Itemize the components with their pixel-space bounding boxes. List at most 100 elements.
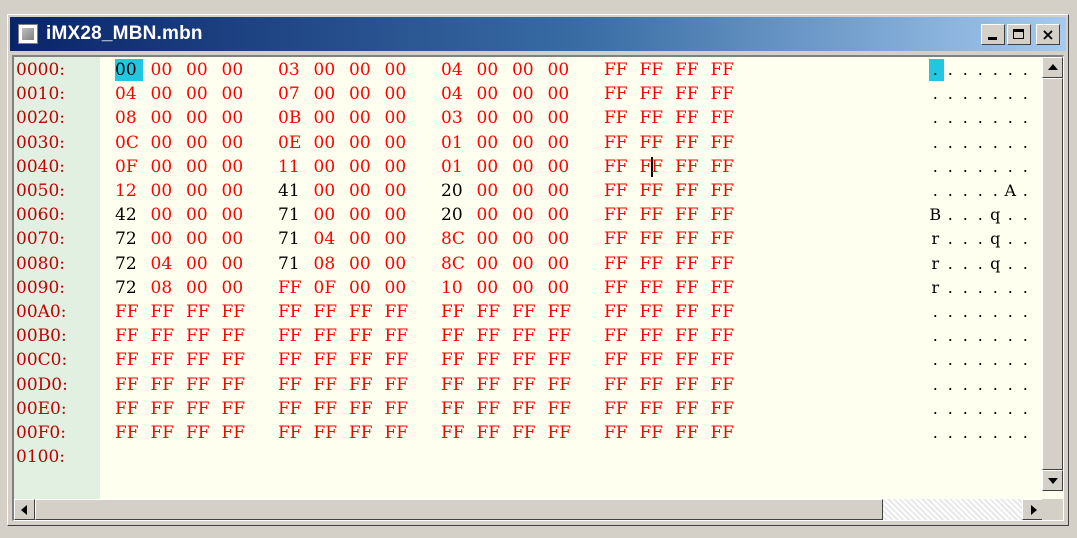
hex-byte[interactable]: 00	[548, 156, 576, 178]
hex-byte[interactable]: FF	[151, 422, 179, 444]
hex-byte[interactable]: FF	[675, 107, 703, 129]
hex-byte[interactable]: FF	[186, 325, 214, 347]
hex-byte[interactable]: 00	[548, 228, 576, 250]
hex-byte[interactable]: FF	[604, 156, 632, 178]
ascii-column[interactable]: ........	[929, 132, 1034, 154]
hex-byte[interactable]: FF	[640, 325, 668, 347]
hex-byte[interactable]: FF	[604, 228, 632, 250]
hex-byte[interactable]: FF	[349, 325, 377, 347]
hex-byte[interactable]: 00	[222, 180, 250, 202]
hex-byte[interactable]: FF	[314, 422, 342, 444]
hex-row[interactable]: 00F0: FF FF FF FF FF FF FF FF FF FF FF FF FF FF FF FF...…	[14, 422, 1034, 444]
hex-byte[interactable]: 0F	[115, 156, 143, 178]
hex-byte[interactable]: FF	[711, 228, 739, 250]
hex-byte[interactable]: FF	[711, 156, 739, 178]
hex-byte[interactable]: 11	[278, 156, 306, 178]
hex-view[interactable]: 0000: 00 00 00 00 03 00 00 00 04 00 00 00 FF FF FF FF...…	[12, 55, 1064, 521]
hex-row[interactable]: 0030: 0C 00 00 00 0E 00 00 00 01 00 00 00 FF FF FF FF...…	[14, 132, 1034, 154]
hex-byte[interactable]: FF	[278, 398, 306, 420]
hex-byte[interactable]: FF	[640, 83, 668, 105]
hex-byte[interactable]: 00	[385, 228, 413, 250]
hex-byte[interactable]: FF	[711, 398, 739, 420]
ascii-column[interactable]: ........	[929, 156, 1034, 178]
hex-byte[interactable]: FF	[115, 374, 143, 396]
hex-byte[interactable]: FF	[640, 156, 668, 178]
hex-byte[interactable]: FF	[711, 204, 739, 226]
hex-byte[interactable]: FF	[604, 422, 632, 444]
hex-byte[interactable]: 12	[115, 180, 143, 202]
hex-byte[interactable]: 00	[548, 132, 576, 154]
scroll-left-button[interactable]	[14, 499, 35, 520]
ascii-column[interactable]: ........	[929, 301, 1034, 323]
hex-byte[interactable]: FF	[186, 301, 214, 323]
hex-byte[interactable]: 8C	[441, 228, 469, 250]
hex-byte[interactable]: FF	[604, 83, 632, 105]
hex-byte[interactable]: FF	[278, 374, 306, 396]
hex-byte[interactable]: 10	[441, 277, 469, 299]
hex-byte[interactable]: FF	[441, 349, 469, 371]
hex-byte[interactable]: FF	[711, 277, 739, 299]
hex-byte[interactable]: 00	[186, 107, 214, 129]
hex-byte[interactable]: 00	[349, 228, 377, 250]
hex-byte[interactable]: 03	[441, 107, 469, 129]
hex-byte[interactable]: 00	[385, 253, 413, 275]
hex-byte[interactable]: 00	[512, 180, 540, 202]
hex-byte[interactable]: FF	[115, 349, 143, 371]
hex-dump[interactable]: 0000: 00 00 00 00 03 00 00 00 04 00 00 00 FF FF FF FF...…	[14, 59, 1034, 491]
hex-byte[interactable]: 04	[441, 59, 469, 81]
hex-byte[interactable]: FF	[640, 277, 668, 299]
vertical-scroll-thumb[interactable]	[1042, 78, 1063, 470]
hex-byte[interactable]: 00	[115, 59, 143, 81]
hex-byte[interactable]: FF	[385, 301, 413, 323]
hex-byte[interactable]: 00	[186, 83, 214, 105]
hex-byte[interactable]: FF	[711, 374, 739, 396]
hex-byte[interactable]: FF	[278, 349, 306, 371]
hex-byte[interactable]: 00	[512, 204, 540, 226]
hex-row[interactable]: 00C0: FF FF FF FF FF FF FF FF FF FF FF FF FF FF FF FF...…	[14, 349, 1034, 371]
hex-row[interactable]: 00B0: FF FF FF FF FF FF FF FF FF FF FF FF FF FF FF FF...…	[14, 325, 1034, 347]
hex-byte[interactable]: 00	[512, 132, 540, 154]
hex-row[interactable]: 00D0: FF FF FF FF FF FF FF FF FF FF FF FF FF FF FF FF...…	[14, 374, 1034, 396]
hex-byte[interactable]: FF	[711, 59, 739, 81]
document-icon[interactable]	[18, 24, 38, 44]
hex-byte[interactable]: FF	[548, 301, 576, 323]
hex-byte[interactable]: FF	[711, 253, 739, 275]
hex-byte[interactable]: 00	[222, 107, 250, 129]
hex-byte[interactable]: FF	[477, 349, 505, 371]
hex-byte[interactable]: FF	[115, 398, 143, 420]
hex-byte[interactable]: FF	[675, 204, 703, 226]
hex-byte[interactable]: FF	[115, 422, 143, 444]
hex-byte[interactable]: FF	[640, 253, 668, 275]
scroll-right-button[interactable]	[1022, 499, 1043, 520]
hex-byte[interactable]: 00	[349, 277, 377, 299]
hex-byte[interactable]: FF	[222, 374, 250, 396]
hex-byte[interactable]: 00	[349, 180, 377, 202]
hex-byte[interactable]: FF	[640, 132, 668, 154]
hex-byte[interactable]: 00	[186, 204, 214, 226]
hex-byte[interactable]: FF	[441, 374, 469, 396]
hex-byte[interactable]: 04	[441, 83, 469, 105]
hex-byte[interactable]: 71	[278, 253, 306, 275]
hex-byte[interactable]: 00	[512, 277, 540, 299]
hex-byte[interactable]: FF	[385, 349, 413, 371]
hex-byte[interactable]: 00	[548, 107, 576, 129]
hex-byte[interactable]: 0E	[278, 132, 306, 154]
hex-byte[interactable]: FF	[675, 398, 703, 420]
hex-byte[interactable]: FF	[604, 398, 632, 420]
hex-byte[interactable]: 00	[222, 228, 250, 250]
hex-byte[interactable]: FF	[675, 132, 703, 154]
ascii-column[interactable]: r...q...	[929, 228, 1034, 250]
hex-byte[interactable]: FF	[115, 301, 143, 323]
hex-byte[interactable]: 08	[115, 107, 143, 129]
hex-byte[interactable]: FF	[186, 422, 214, 444]
hex-byte[interactable]: 00	[512, 83, 540, 105]
hex-byte[interactable]: 00	[349, 83, 377, 105]
hex-byte[interactable]: 00	[477, 204, 505, 226]
hex-byte[interactable]: FF	[512, 325, 540, 347]
hex-byte[interactable]: 04	[151, 253, 179, 275]
hex-byte[interactable]: 00	[477, 156, 505, 178]
hex-byte[interactable]: FF	[441, 301, 469, 323]
hex-byte[interactable]: FF	[675, 253, 703, 275]
hex-byte[interactable]: 00	[548, 180, 576, 202]
hex-byte[interactable]: FF	[512, 374, 540, 396]
